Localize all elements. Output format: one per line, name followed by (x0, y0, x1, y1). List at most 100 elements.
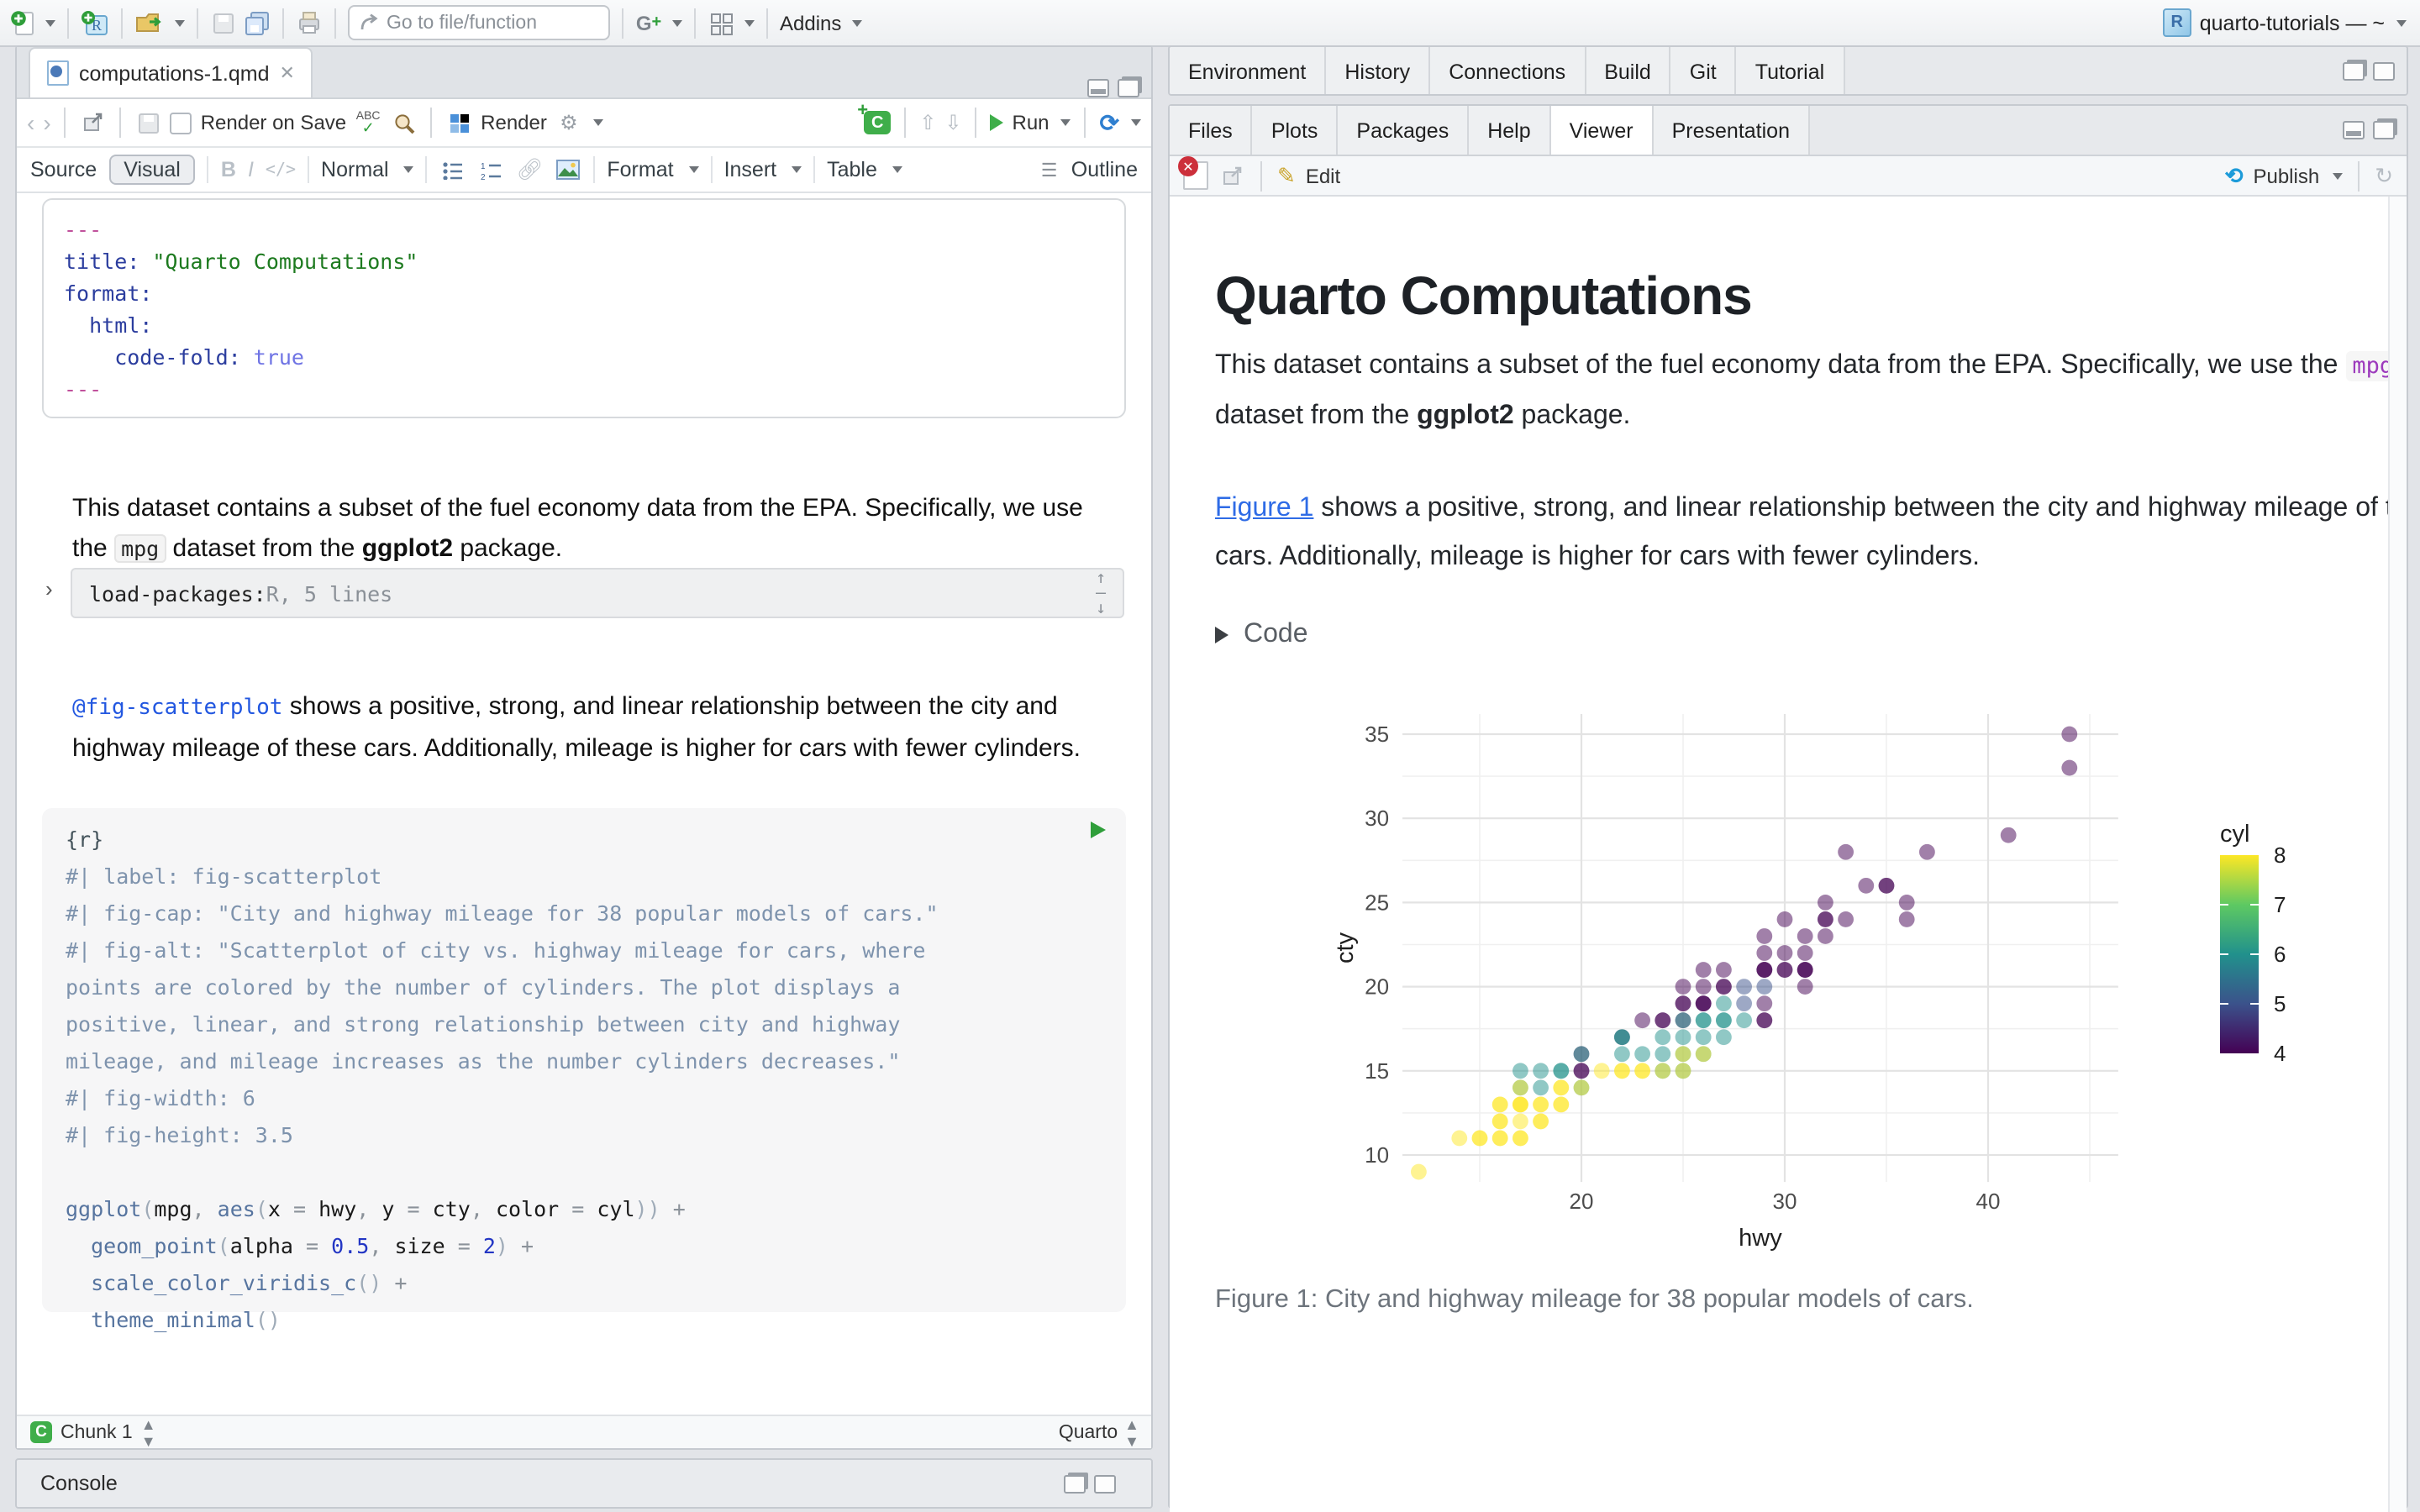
tab-presentation[interactable]: Presentation (1654, 106, 1810, 155)
tab-environment[interactable]: Environment (1170, 47, 1326, 96)
tab-plots[interactable]: Plots (1253, 106, 1339, 155)
tab-files[interactable]: Files (1170, 106, 1253, 155)
code-line-9[interactable]: #| fig-height: 3.5 (66, 1117, 1102, 1154)
fig-scatterplot-ref[interactable]: @fig-scatterplot (72, 696, 282, 721)
tab-connections[interactable]: Connections (1430, 47, 1586, 96)
render-settings-caret[interactable] (594, 119, 604, 126)
expand-chunk-icon[interactable]: ↑—↓ (1096, 570, 1106, 616)
find-icon[interactable] (390, 106, 417, 139)
source-mode-button[interactable]: Source (30, 158, 97, 181)
env-restore-icon[interactable] (2343, 62, 2365, 81)
new-file-caret[interactable] (45, 19, 55, 26)
yaml-line-6[interactable]: --- (64, 373, 1104, 405)
insert-menu[interactable]: Insert (724, 158, 777, 181)
italic-button[interactable]: I (248, 158, 254, 181)
tab-history[interactable]: History (1326, 47, 1430, 96)
panes-caret[interactable] (744, 19, 755, 26)
goto-file-search[interactable]: Go to file/function (348, 5, 610, 40)
code-line-7[interactable]: mileage, and mileage increases as the nu… (66, 1043, 1102, 1080)
maximize-pane-icon[interactable] (1118, 79, 1139, 97)
tab-packages[interactable]: Packages (1338, 106, 1469, 155)
run-chunk-icon[interactable] (1091, 822, 1106, 838)
table-menu[interactable]: Table (827, 158, 877, 181)
addins-menu[interactable]: Addins (780, 11, 841, 34)
viewer-scrollbar[interactable] (2388, 197, 2407, 1512)
code-line-6[interactable]: positive, linear, and strong relationshi… (66, 1006, 1102, 1043)
tab-build[interactable]: Build (1586, 47, 1671, 96)
open-file-icon[interactable] (134, 6, 165, 39)
code-line-14[interactable]: theme_minimal() (66, 1302, 1102, 1339)
code-line-13[interactable]: scale_color_viridis_c() + (66, 1265, 1102, 1302)
render-on-save-checkbox[interactable] (171, 112, 192, 134)
chunk-position[interactable]: Chunk 1 (60, 1422, 133, 1442)
editor-paragraph-2[interactable]: @fig-scatterplot shows a positive, stron… (72, 687, 1097, 769)
run-previous-icon[interactable]: ⇧ (919, 111, 936, 134)
code-line-3[interactable]: #| fig-cap: "City and highway mileage fo… (66, 895, 1102, 932)
tab-close-icon[interactable]: ✕ (280, 62, 295, 84)
yaml-line-4[interactable]: html: (64, 309, 1104, 341)
console-header[interactable]: Console (17, 1460, 1151, 1507)
outline-toggle[interactable]: Outline (1071, 158, 1138, 181)
source-refresh-icon[interactable]: ⟳ (1100, 108, 1119, 137)
visual-mode-button[interactable]: Visual (108, 155, 196, 185)
addins-caret[interactable] (851, 19, 861, 26)
table-caret[interactable] (892, 166, 902, 173)
link-icon[interactable]: 🔗︎ (517, 157, 544, 182)
tab-computations-1[interactable]: computations-1.qmd ✕ (29, 47, 313, 97)
project-menu[interactable]: R quarto-tutorials — ~ (2163, 0, 2407, 45)
code-line-4[interactable]: #| fig-alt: "Scatterplot of city vs. hig… (66, 932, 1102, 969)
format-caret[interactable] (689, 166, 699, 173)
image-icon[interactable] (555, 153, 581, 186)
editor-paragraph-1[interactable]: This dataset contains a subset of the fu… (72, 489, 1097, 570)
yaml-line-5[interactable]: code-fold: true (64, 341, 1104, 373)
viewer-refresh-icon[interactable]: ↻ (2375, 162, 2393, 189)
run-caret[interactable] (1061, 119, 1071, 126)
block-format-select[interactable]: Normal (321, 158, 389, 181)
run-button[interactable]: Run (1013, 111, 1050, 134)
render-settings-gear-icon[interactable]: ⚙ (555, 106, 582, 139)
document-type-arrows-icon[interactable]: ▲▼ (1124, 1415, 1138, 1449)
save-doc-icon[interactable] (135, 106, 162, 139)
chunk-expand-chevron-icon[interactable]: › (45, 576, 53, 601)
yaml-metadata-block[interactable]: --- title: "Quarto Computations"format: h… (42, 198, 1126, 418)
code-line-12[interactable]: geom_point(alpha = 0.5, size = 2) + (66, 1228, 1102, 1265)
code-line-2[interactable]: #| label: fig-scatterplot (66, 858, 1102, 895)
yaml-line-3[interactable]: format: (64, 277, 1104, 309)
insert-chunk-button[interactable]: C (864, 111, 891, 134)
open-recent-caret[interactable] (175, 19, 185, 26)
new-file-icon[interactable] (8, 6, 35, 39)
code-line-8[interactable]: #| fig-width: 6 (66, 1080, 1102, 1117)
block-format-caret[interactable] (404, 166, 414, 173)
run-next-icon[interactable]: ⇩ (944, 111, 961, 134)
version-control-icon[interactable]: G+ (635, 6, 662, 39)
print-icon[interactable] (296, 6, 323, 39)
tab-tutorial[interactable]: Tutorial (1737, 47, 1844, 96)
code-line-1[interactable]: {r} (66, 822, 1102, 858)
popout-icon[interactable] (80, 106, 107, 139)
code-line-10[interactable] (66, 1154, 1102, 1191)
viewer-minimize-icon[interactable] (2343, 121, 2365, 139)
insert-caret[interactable] (792, 166, 802, 173)
tab-help[interactable]: Help (1469, 106, 1550, 155)
console-maximize-icon[interactable] (1094, 1474, 1116, 1493)
workspace-panes-icon[interactable] (708, 6, 734, 39)
r-code-chunk[interactable]: {r}#| label: fig-scatterplot#| fig-cap: … (42, 808, 1126, 1312)
source-refresh-caret[interactable] (1131, 119, 1141, 126)
render-button[interactable]: Render (481, 111, 547, 134)
document-type[interactable]: Quarto (1059, 1422, 1118, 1442)
save-all-icon[interactable] (244, 6, 271, 39)
code-fold-toggle[interactable]: Code (1215, 620, 1308, 650)
viewer-clear-icon[interactable] (1183, 161, 1208, 190)
viewer-edit-button[interactable]: Edit (1306, 164, 1340, 187)
yaml-line-2[interactable]: title: "Quarto Computations" (64, 245, 1104, 277)
code-line-5[interactable]: points are colored by the number of cyli… (66, 969, 1102, 1006)
console-restore-icon[interactable] (1064, 1474, 1086, 1493)
viewer-popout-icon[interactable] (1218, 159, 1245, 192)
back-icon[interactable]: ‹ (27, 109, 34, 136)
new-project-icon[interactable]: R (81, 6, 109, 39)
editor-document[interactable]: --- title: "Quarto Computations"format: h… (17, 193, 1151, 1410)
spellcheck-icon[interactable]: ABC✓ (355, 106, 381, 139)
format-menu[interactable]: Format (607, 158, 673, 181)
viewer-maximize-icon[interactable] (2373, 121, 2395, 139)
figure-1-link[interactable]: Figure 1 (1215, 494, 1313, 522)
